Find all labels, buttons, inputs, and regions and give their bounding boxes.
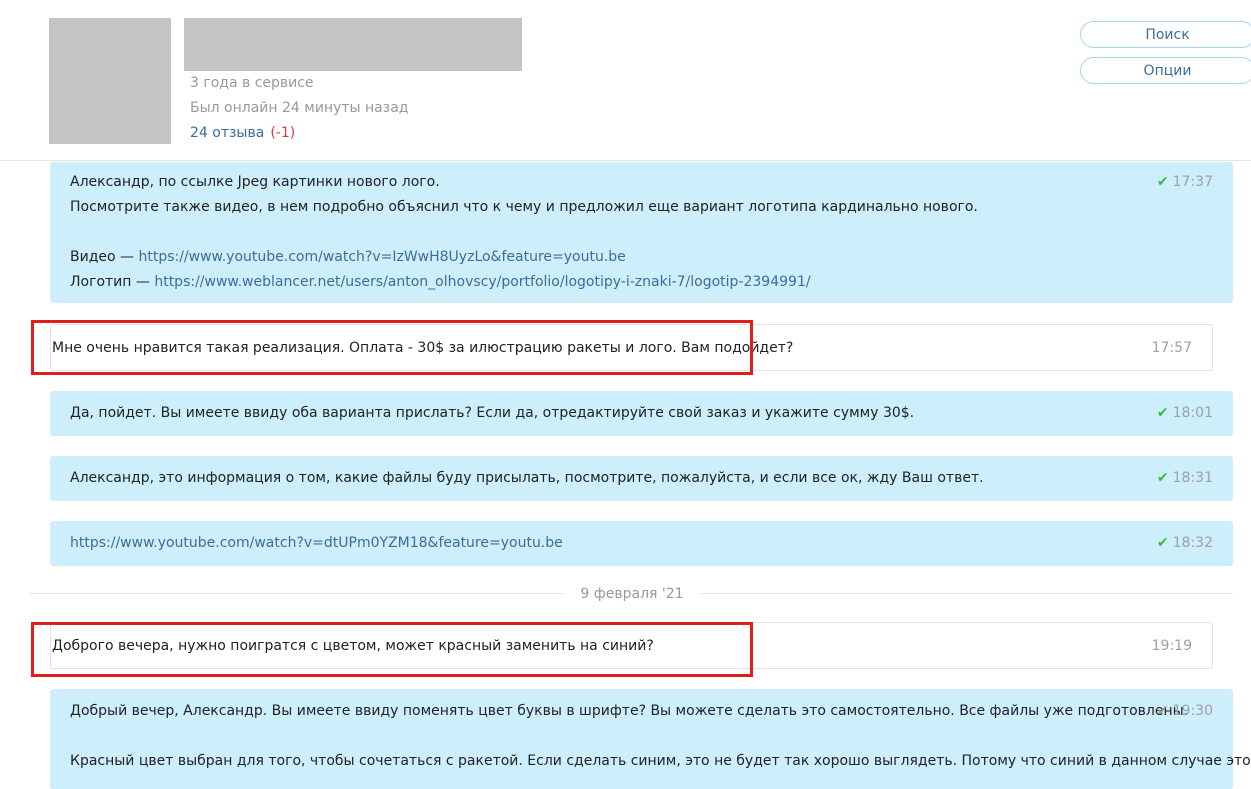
video-link[interactable]: https://www.youtube.com/watch?v=dtUPm0YZ… bbox=[70, 535, 563, 551]
message-text: Александр, по ссылке Jpeg картинки новог… bbox=[70, 174, 440, 190]
message-line-logo: Логотип — https://www.weblancer.net/user… bbox=[70, 274, 811, 290]
highlight-box bbox=[31, 622, 753, 677]
message-time: ✔ 18:32 bbox=[1156, 535, 1213, 551]
message-bubble: Да, пойдет. Вы имеете ввиду оба варианта… bbox=[50, 391, 1233, 436]
username-redacted bbox=[184, 18, 522, 71]
search-button[interactable]: Поиск bbox=[1080, 21, 1251, 48]
message-time: ✔ 17:37 bbox=[1156, 174, 1213, 190]
message-time: ✔ 18:01 bbox=[1156, 405, 1213, 421]
check-icon: ✔ bbox=[1156, 174, 1169, 190]
negative-reviews[interactable]: (-1) bbox=[270, 125, 295, 141]
message-bubble: Добрый вечер, Александр. Вы имеете ввиду… bbox=[50, 689, 1251, 789]
check-icon: ✔ bbox=[1156, 703, 1169, 719]
highlight-box bbox=[31, 320, 753, 375]
message-time: 19:19 bbox=[1151, 638, 1192, 654]
message-bubble: https://www.youtube.com/watch?v=dtUPm0YZ… bbox=[50, 521, 1233, 566]
last-online: Был онлайн 24 минуты назад bbox=[190, 100, 409, 116]
message-bubble: ✔ 17:37 Александр, по ссылке Jpeg картинк… bbox=[50, 162, 1233, 303]
message-text: Да, пойдет. Вы имеете ввиду оба варианта… bbox=[70, 405, 915, 421]
message-time: ✔ 19:30 bbox=[1156, 703, 1213, 719]
message-time: ✔ 18:31 bbox=[1156, 470, 1213, 486]
message-line-video: Видео — https://www.youtube.com/watch?v=… bbox=[70, 249, 626, 265]
reviews-line: 24 отзыва (-1) bbox=[190, 124, 295, 142]
message-bubble: Александр, это информация о том, какие ф… bbox=[50, 456, 1233, 501]
options-button[interactable]: Опции bbox=[1080, 57, 1251, 84]
check-icon: ✔ bbox=[1156, 405, 1169, 421]
check-icon: ✔ bbox=[1156, 470, 1169, 486]
check-icon: ✔ bbox=[1156, 535, 1169, 551]
avatar[interactable] bbox=[49, 18, 171, 144]
logo-link[interactable]: https://www.weblancer.net/users/anton_ol… bbox=[154, 274, 810, 290]
message-time: 17:57 bbox=[1151, 340, 1192, 356]
message-text: Александр, это информация о том, какие ф… bbox=[70, 470, 984, 486]
message-text: Посмотрите также видео, в нем подробно о… bbox=[70, 199, 978, 215]
message-text: Добрый вечер, Александр. Вы имеете ввиду… bbox=[70, 703, 1189, 719]
message-text: Красный цвет выбран для того, чтобы соче… bbox=[70, 753, 1251, 769]
chat-header: 3 года в сервисе Был онлайн 24 минуты на… bbox=[0, 0, 1251, 161]
video-link[interactable]: https://www.youtube.com/watch?v=IzWwH8Uy… bbox=[138, 249, 625, 265]
date-divider: 9 февраля '21 bbox=[564, 584, 700, 604]
service-years: 3 года в сервисе bbox=[190, 75, 314, 91]
reviews-link[interactable]: 24 отзыва bbox=[190, 125, 264, 141]
